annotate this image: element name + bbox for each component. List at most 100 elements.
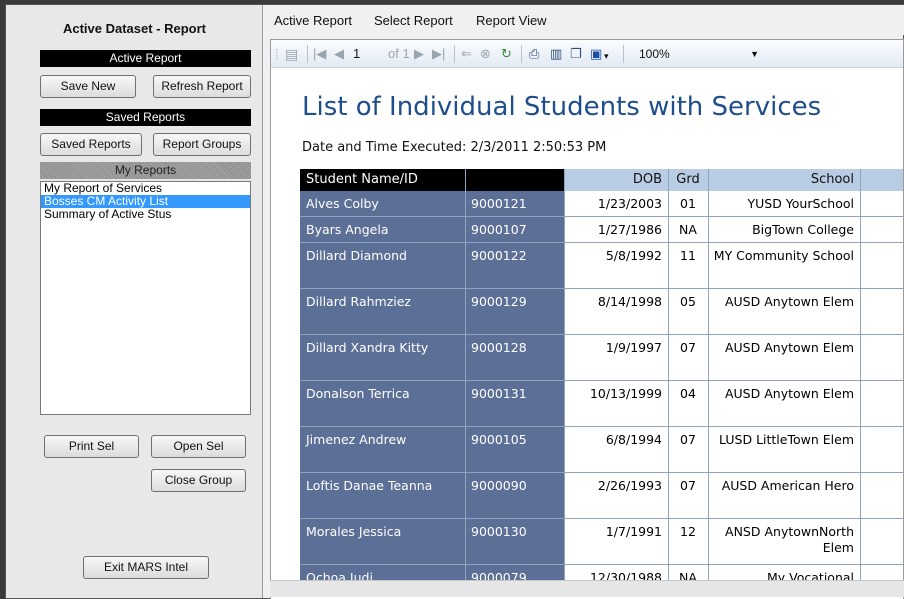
student-name: Alves Colby bbox=[300, 191, 465, 217]
col-header-extra bbox=[860, 169, 903, 191]
first-page-icon[interactable]: |◀ bbox=[313, 46, 326, 62]
student-school: AUSD Anytown Elem bbox=[708, 289, 860, 335]
student-id: 9000122 bbox=[465, 243, 564, 289]
report-groups-button[interactable]: Report Groups bbox=[153, 133, 251, 156]
left-panel: Active Dataset - Report Active Report Sa… bbox=[6, 5, 263, 598]
student-school: ANSD AnytownNorth Elem bbox=[708, 519, 860, 565]
student-name: Loftis Danae Teanna bbox=[300, 473, 465, 519]
student-name: Donalson Terrica bbox=[300, 381, 465, 427]
saved-reports-header: Saved Reports bbox=[40, 109, 251, 126]
student-grade: 07 bbox=[668, 335, 708, 381]
column-divider bbox=[860, 169, 861, 585]
stop-icon[interactable]: ⊗ bbox=[480, 46, 491, 62]
column-divider bbox=[465, 169, 466, 585]
print-sel-button[interactable]: Print Sel bbox=[44, 435, 139, 458]
student-school: LUSD LittleTown Elem bbox=[708, 427, 860, 473]
page-count: of 1 bbox=[388, 46, 410, 61]
my-reports-list[interactable]: My Report of Services Bosses CM Activity… bbox=[40, 181, 251, 415]
col-header-name: Student Name/ID bbox=[300, 169, 564, 191]
student-id: 9000131 bbox=[465, 381, 564, 427]
student-dob: 8/14/1998 bbox=[564, 289, 668, 335]
print-layout-icon[interactable]: ▥ bbox=[550, 46, 562, 62]
report-viewer: ⁞ ▤ |◀ ◀ 1 of 1 ▶ ▶| ⇐ ⊗ ↻ ⎙ ▥ ❐ ▣ ▾ 100… bbox=[270, 39, 904, 599]
student-id: 9000129 bbox=[465, 289, 564, 335]
app-window: Active Dataset - Report Active Report Sa… bbox=[5, 4, 904, 599]
student-dob: 1/7/1991 bbox=[564, 519, 668, 565]
student-school: YUSD YourSchool bbox=[708, 191, 860, 217]
save-new-button[interactable]: Save New bbox=[40, 75, 136, 98]
chevron-down-icon: ▼ bbox=[750, 49, 759, 59]
student-dob: 1/23/2003 bbox=[564, 191, 668, 217]
execution-time: Date and Time Executed: 2/3/2011 2:50:53… bbox=[302, 140, 607, 155]
panel-title: Active Dataset - Report bbox=[62, 21, 207, 36]
student-grade: 05 bbox=[668, 289, 708, 335]
col-header-dob: DOB bbox=[564, 169, 668, 191]
student-name: Byars Angela bbox=[300, 217, 465, 243]
student-dob: 6/8/1994 bbox=[564, 427, 668, 473]
student-name: Dillard Diamond bbox=[300, 243, 465, 289]
zoom-value: 100% bbox=[639, 47, 670, 61]
student-id: 9000130 bbox=[465, 519, 564, 565]
student-dob: 2/26/1993 bbox=[564, 473, 668, 519]
student-school: AUSD Anytown Elem bbox=[708, 335, 860, 381]
student-name: Dillard Xandra Kitty bbox=[300, 335, 465, 381]
student-school: BigTown College bbox=[708, 217, 860, 243]
col-header-school: School bbox=[708, 169, 860, 191]
open-sel-button[interactable]: Open Sel bbox=[151, 435, 246, 458]
page-setup-icon[interactable]: ❐ bbox=[570, 46, 582, 62]
student-dob: 1/27/1986 bbox=[564, 217, 668, 243]
student-id: 9000107 bbox=[465, 217, 564, 243]
exit-button[interactable]: Exit MARS Intel bbox=[83, 556, 209, 579]
active-report-header: Active Report bbox=[40, 50, 251, 67]
refresh-report-button[interactable]: Refresh Report bbox=[153, 75, 251, 98]
back-icon[interactable]: ⇐ bbox=[461, 46, 472, 62]
list-item[interactable]: Summary of Active Stus bbox=[41, 208, 250, 221]
menu-bar: Active Report Select Report Report View bbox=[264, 5, 904, 35]
horizontal-scrollbar[interactable] bbox=[270, 580, 904, 597]
student-id: 9000105 bbox=[465, 427, 564, 473]
list-item[interactable]: My Report of Services bbox=[41, 182, 250, 195]
menu-report-view[interactable]: Report View bbox=[476, 13, 547, 28]
column-divider bbox=[564, 169, 565, 585]
next-page-icon[interactable]: ▶ bbox=[414, 46, 424, 62]
list-item-selected[interactable]: Bosses CM Activity List bbox=[41, 195, 250, 208]
student-name: Dillard Rahmziez bbox=[300, 289, 465, 335]
column-divider bbox=[708, 169, 709, 585]
saved-reports-button[interactable]: Saved Reports bbox=[40, 133, 142, 156]
student-grade: 04 bbox=[668, 381, 708, 427]
student-grade: NA bbox=[668, 217, 708, 243]
export-icon[interactable]: ▣ bbox=[590, 46, 602, 62]
print-icon[interactable]: ⎙ bbox=[529, 46, 539, 62]
student-grade: 11 bbox=[668, 243, 708, 289]
student-grade: 07 bbox=[668, 427, 708, 473]
menu-active-report[interactable]: Active Report bbox=[274, 13, 352, 28]
student-name: Morales Jessica bbox=[300, 519, 465, 565]
student-school: AUSD Anytown Elem bbox=[708, 381, 860, 427]
student-id: 9000090 bbox=[465, 473, 564, 519]
student-id: 9000121 bbox=[465, 191, 564, 217]
student-dob: 1/9/1997 bbox=[564, 335, 668, 381]
student-name: Jimenez Andrew bbox=[300, 427, 465, 473]
student-dob: 10/13/1999 bbox=[564, 381, 668, 427]
column-divider bbox=[668, 169, 669, 585]
last-page-icon[interactable]: ▶| bbox=[432, 46, 445, 62]
col-header-grd: Grd bbox=[668, 169, 708, 191]
student-school: AUSD American Hero bbox=[708, 473, 860, 519]
student-grade: 12 bbox=[668, 519, 708, 565]
refresh-icon[interactable]: ↻ bbox=[501, 46, 512, 62]
document-map-icon[interactable]: ▤ bbox=[285, 46, 298, 62]
student-school: MY Community School bbox=[708, 243, 860, 289]
page-number-input[interactable]: 1 bbox=[353, 46, 360, 62]
grip-icon: ⁞ bbox=[275, 47, 279, 62]
export-dropdown-icon[interactable]: ▾ bbox=[604, 48, 609, 64]
menu-select-report[interactable]: Select Report bbox=[374, 13, 453, 28]
report-title: List of Individual Students with Service… bbox=[302, 92, 822, 122]
zoom-select[interactable]: 100% ▼ bbox=[629, 44, 763, 64]
student-grade: 01 bbox=[668, 191, 708, 217]
student-grade: 07 bbox=[668, 473, 708, 519]
student-id: 9000128 bbox=[465, 335, 564, 381]
viewer-toolbar: ⁞ ▤ |◀ ◀ 1 of 1 ▶ ▶| ⇐ ⊗ ↻ ⎙ ▥ ❐ ▣ ▾ 100… bbox=[271, 40, 903, 68]
my-reports-header: My Reports bbox=[40, 162, 251, 179]
close-group-button[interactable]: Close Group bbox=[151, 469, 246, 492]
prev-page-icon[interactable]: ◀ bbox=[334, 46, 344, 62]
